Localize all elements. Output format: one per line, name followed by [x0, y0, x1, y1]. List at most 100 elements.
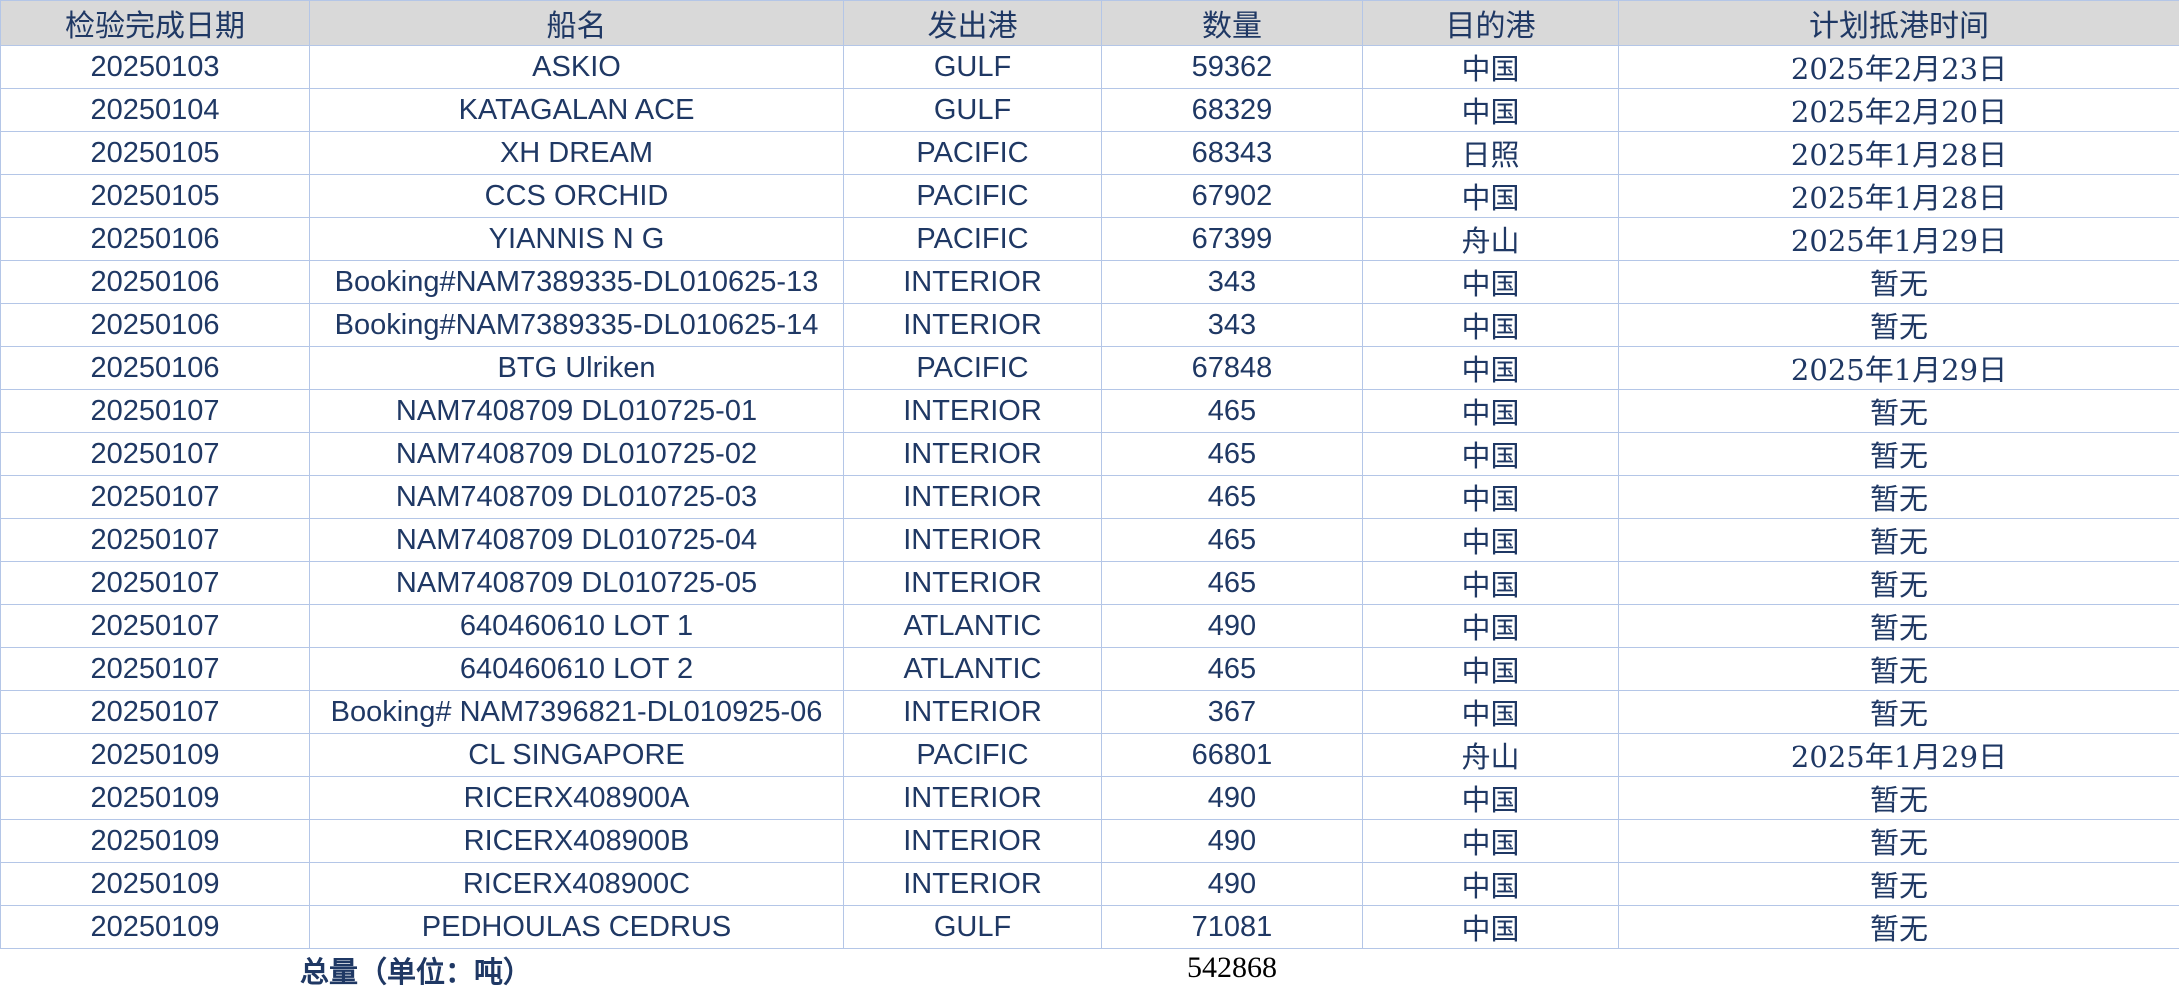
cell-quantity[interactable]: 68329 — [1101, 88, 1363, 132]
cell-inspection-date[interactable]: 20250107 — [0, 561, 310, 605]
cell-inspection-date[interactable]: 20250106 — [0, 346, 310, 390]
cell-inspection-date[interactable]: 20250104 — [0, 88, 310, 132]
cell-vessel-name[interactable]: ASKIO — [309, 45, 844, 89]
cell-destination-port[interactable]: 中国 — [1362, 475, 1619, 519]
cell-origin-port[interactable]: INTERIOR — [843, 776, 1102, 820]
cell-vessel-name[interactable]: Booking#NAM7389335-DL010625-14 — [309, 303, 844, 347]
cell-origin-port[interactable]: PACIFIC — [843, 174, 1102, 218]
total-value[interactable]: 542868 — [1102, 951, 1362, 985]
cell-planned-arrival[interactable]: 2025年1月29日 — [1618, 733, 2179, 777]
cell-vessel-name[interactable]: NAM7408709 DL010725-04 — [309, 518, 844, 562]
cell-quantity[interactable]: 67902 — [1101, 174, 1363, 218]
cell-quantity[interactable]: 67848 — [1101, 346, 1363, 390]
cell-quantity[interactable]: 59362 — [1101, 45, 1363, 89]
cell-origin-port[interactable]: INTERIOR — [843, 862, 1102, 906]
cell-vessel-name[interactable]: NAM7408709 DL010725-01 — [309, 389, 844, 433]
cell-destination-port[interactable]: 日照 — [1362, 131, 1619, 175]
cell-origin-port[interactable]: INTERIOR — [843, 518, 1102, 562]
cell-inspection-date[interactable]: 20250103 — [0, 45, 310, 89]
cell-inspection-date[interactable]: 20250107 — [0, 647, 310, 691]
cell-quantity[interactable]: 465 — [1101, 561, 1363, 605]
cell-planned-arrival[interactable]: 2025年2月20日 — [1618, 88, 2179, 132]
cell-planned-arrival[interactable]: 暂无 — [1618, 690, 2179, 734]
cell-destination-port[interactable]: 中国 — [1362, 819, 1619, 863]
header-inspection-date[interactable]: 检验完成日期 — [0, 0, 310, 46]
cell-destination-port[interactable]: 中国 — [1362, 690, 1619, 734]
cell-origin-port[interactable]: INTERIOR — [843, 432, 1102, 476]
cell-quantity[interactable]: 465 — [1101, 518, 1363, 562]
cell-vessel-name[interactable]: NAM7408709 DL010725-03 — [309, 475, 844, 519]
cell-vessel-name[interactable]: CL SINGAPORE — [309, 733, 844, 777]
cell-inspection-date[interactable]: 20250109 — [0, 776, 310, 820]
cell-origin-port[interactable]: ATLANTIC — [843, 647, 1102, 691]
cell-destination-port[interactable]: 中国 — [1362, 260, 1619, 304]
cell-quantity[interactable]: 465 — [1101, 389, 1363, 433]
cell-planned-arrival[interactable]: 暂无 — [1618, 776, 2179, 820]
cell-origin-port[interactable]: ATLANTIC — [843, 604, 1102, 648]
cell-inspection-date[interactable]: 20250107 — [0, 389, 310, 433]
cell-origin-port[interactable]: INTERIOR — [843, 690, 1102, 734]
cell-origin-port[interactable]: INTERIOR — [843, 561, 1102, 605]
cell-vessel-name[interactable]: Booking# NAM7396821-DL010925-06 — [309, 690, 844, 734]
cell-planned-arrival[interactable]: 暂无 — [1618, 604, 2179, 648]
cell-planned-arrival[interactable]: 2025年2月23日 — [1618, 45, 2179, 89]
header-planned-arrival[interactable]: 计划抵港时间 — [1618, 0, 2179, 46]
cell-origin-port[interactable]: INTERIOR — [843, 260, 1102, 304]
cell-planned-arrival[interactable]: 2025年1月29日 — [1618, 346, 2179, 390]
cell-inspection-date[interactable]: 20250109 — [0, 733, 310, 777]
cell-vessel-name[interactable]: NAM7408709 DL010725-02 — [309, 432, 844, 476]
cell-vessel-name[interactable]: YIANNIS N G — [309, 217, 844, 261]
cell-planned-arrival[interactable]: 暂无 — [1618, 303, 2179, 347]
cell-destination-port[interactable]: 中国 — [1362, 561, 1619, 605]
cell-vessel-name[interactable]: NAM7408709 DL010725-05 — [309, 561, 844, 605]
cell-destination-port[interactable]: 中国 — [1362, 88, 1619, 132]
cell-quantity[interactable]: 66801 — [1101, 733, 1363, 777]
total-label[interactable]: 总量（单位：吨） — [300, 949, 532, 991]
cell-planned-arrival[interactable]: 暂无 — [1618, 475, 2179, 519]
cell-planned-arrival[interactable]: 暂无 — [1618, 819, 2179, 863]
header-origin-port[interactable]: 发出港 — [843, 0, 1102, 46]
cell-destination-port[interactable]: 中国 — [1362, 45, 1619, 89]
cell-origin-port[interactable]: INTERIOR — [843, 303, 1102, 347]
cell-vessel-name[interactable]: PEDHOULAS CEDRUS — [309, 905, 844, 949]
header-vessel-name[interactable]: 船名 — [309, 0, 844, 46]
cell-destination-port[interactable]: 中国 — [1362, 303, 1619, 347]
cell-planned-arrival[interactable]: 暂无 — [1618, 432, 2179, 476]
cell-quantity[interactable]: 490 — [1101, 604, 1363, 648]
cell-vessel-name[interactable]: RICERX408900A — [309, 776, 844, 820]
cell-quantity[interactable]: 71081 — [1101, 905, 1363, 949]
cell-inspection-date[interactable]: 20250107 — [0, 432, 310, 476]
cell-quantity[interactable]: 490 — [1101, 776, 1363, 820]
cell-planned-arrival[interactable]: 暂无 — [1618, 389, 2179, 433]
cell-destination-port[interactable]: 中国 — [1362, 862, 1619, 906]
cell-vessel-name[interactable]: Booking#NAM7389335-DL010625-13 — [309, 260, 844, 304]
cell-quantity[interactable]: 67399 — [1101, 217, 1363, 261]
header-destination-port[interactable]: 目的港 — [1362, 0, 1619, 46]
cell-origin-port[interactable]: PACIFIC — [843, 733, 1102, 777]
cell-origin-port[interactable]: INTERIOR — [843, 819, 1102, 863]
cell-quantity[interactable]: 68343 — [1101, 131, 1363, 175]
cell-vessel-name[interactable]: CCS ORCHID — [309, 174, 844, 218]
cell-inspection-date[interactable]: 20250106 — [0, 303, 310, 347]
cell-origin-port[interactable]: GULF — [843, 905, 1102, 949]
cell-planned-arrival[interactable]: 暂无 — [1618, 862, 2179, 906]
cell-inspection-date[interactable]: 20250107 — [0, 604, 310, 648]
cell-destination-port[interactable]: 中国 — [1362, 776, 1619, 820]
cell-origin-port[interactable]: INTERIOR — [843, 475, 1102, 519]
cell-vessel-name[interactable]: RICERX408900C — [309, 862, 844, 906]
cell-inspection-date[interactable]: 20250107 — [0, 475, 310, 519]
cell-destination-port[interactable]: 中国 — [1362, 604, 1619, 648]
cell-inspection-date[interactable]: 20250109 — [0, 819, 310, 863]
cell-origin-port[interactable]: PACIFIC — [843, 131, 1102, 175]
cell-destination-port[interactable]: 中国 — [1362, 647, 1619, 691]
cell-inspection-date[interactable]: 20250107 — [0, 690, 310, 734]
cell-inspection-date[interactable]: 20250106 — [0, 217, 310, 261]
cell-inspection-date[interactable]: 20250107 — [0, 518, 310, 562]
cell-quantity[interactable]: 465 — [1101, 647, 1363, 691]
cell-destination-port[interactable]: 中国 — [1362, 905, 1619, 949]
cell-quantity[interactable]: 490 — [1101, 862, 1363, 906]
cell-planned-arrival[interactable]: 暂无 — [1618, 647, 2179, 691]
cell-planned-arrival[interactable]: 暂无 — [1618, 561, 2179, 605]
cell-destination-port[interactable]: 中国 — [1362, 174, 1619, 218]
cell-quantity[interactable]: 490 — [1101, 819, 1363, 863]
